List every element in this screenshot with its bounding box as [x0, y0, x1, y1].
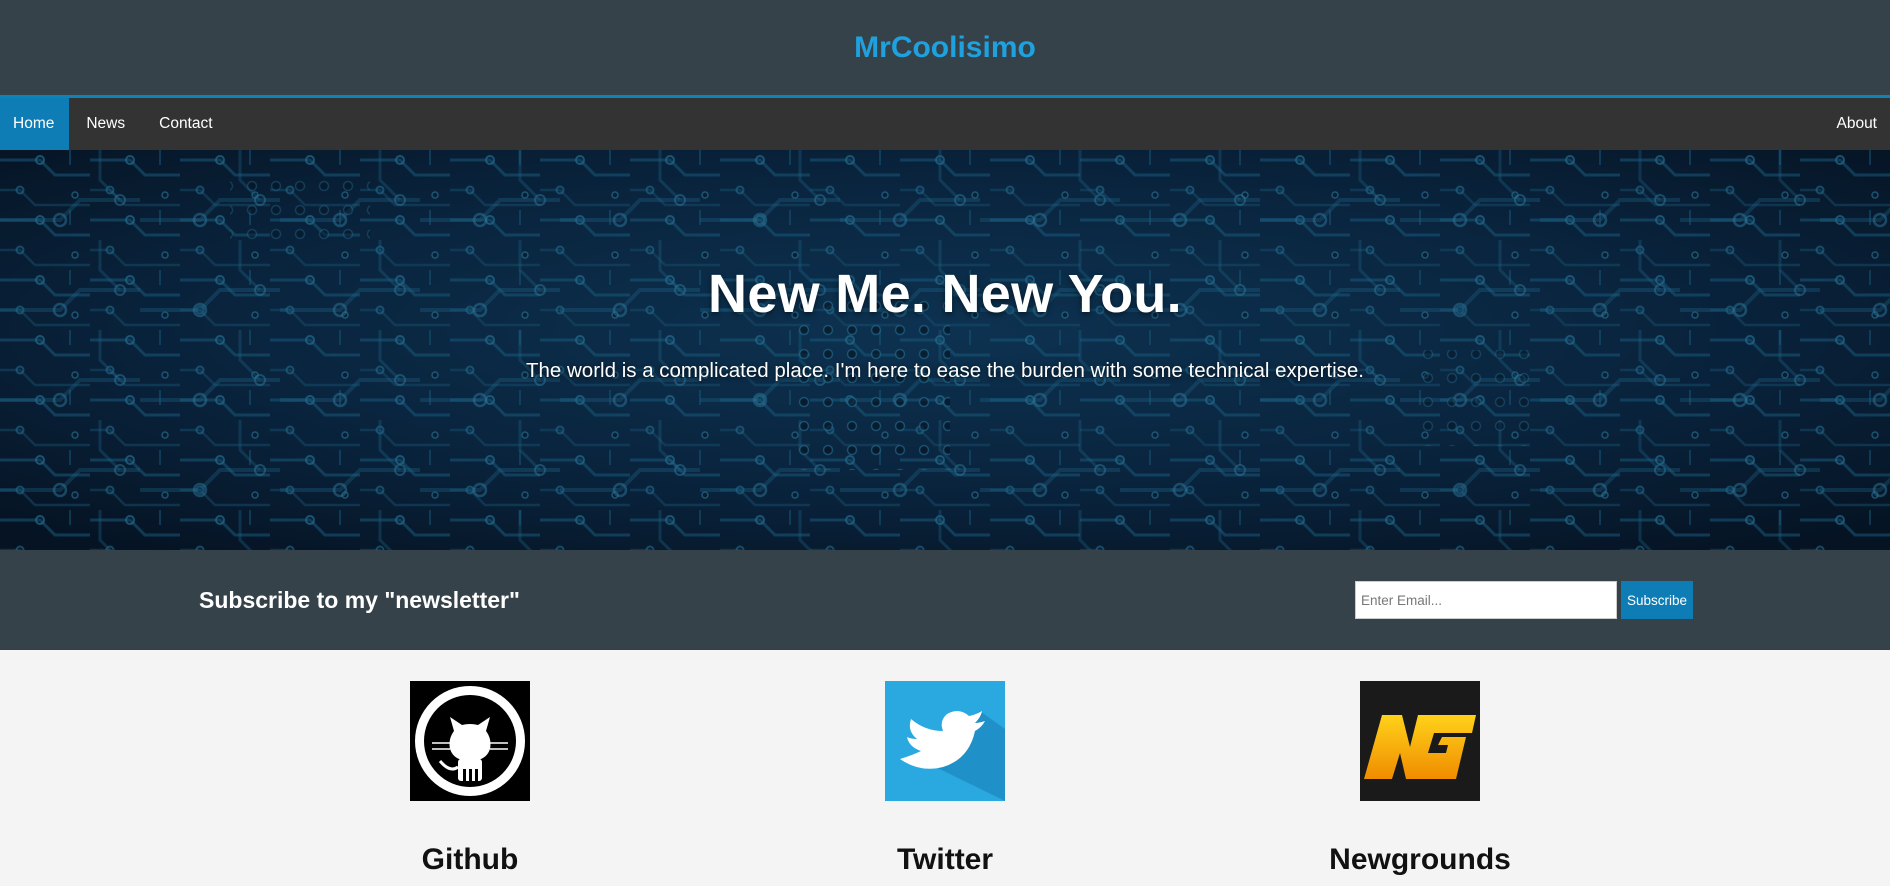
nav-link-home[interactable]: Home: [0, 98, 70, 150]
newgrounds-ng-icon[interactable]: [1360, 681, 1480, 801]
nav-link-contact[interactable]: Contact: [142, 98, 229, 150]
social-item-newgrounds: Newgrounds: [1183, 681, 1658, 877]
newsletter-section: Subscribe to my "newsletter" Subscribe: [0, 550, 1890, 650]
hero-banner: New Me. New You. The world is a complica…: [0, 150, 1890, 550]
social-name-twitter: Twitter: [896, 843, 994, 876]
newsletter-heading: Subscribe to my "newsletter": [199, 586, 520, 613]
site-title: MrCoolisimo: [854, 30, 1036, 64]
nav-left: Home News Contact: [0, 98, 230, 150]
hero-title: New Me. New You.: [708, 264, 1182, 324]
social-name-newgrounds: Newgrounds: [1329, 843, 1511, 876]
nav-link-about[interactable]: About: [1819, 98, 1890, 150]
hero-content: New Me. New You. The world is a complica…: [0, 150, 1890, 383]
nav-link-news[interactable]: News: [69, 98, 142, 150]
social-name-github: Github: [421, 843, 519, 876]
newsletter-form: Subscribe: [1355, 581, 1693, 619]
subscribe-button[interactable]: Subscribe: [1621, 581, 1693, 619]
social-links: Github Twitter Newgrounds: [0, 650, 1890, 877]
navbar: Home News Contact About: [0, 98, 1890, 150]
nav-right: About: [1819, 98, 1890, 150]
github-octocat-icon[interactable]: [410, 681, 530, 801]
hero-subtitle: The world is a complicated place. I'm he…: [525, 359, 1364, 382]
site-header: MrCoolisimo: [0, 0, 1890, 98]
social-item-twitter: Twitter: [708, 681, 1183, 877]
email-input[interactable]: [1355, 581, 1617, 619]
social-item-github: Github: [233, 681, 708, 877]
twitter-bird-icon[interactable]: [885, 681, 1005, 801]
